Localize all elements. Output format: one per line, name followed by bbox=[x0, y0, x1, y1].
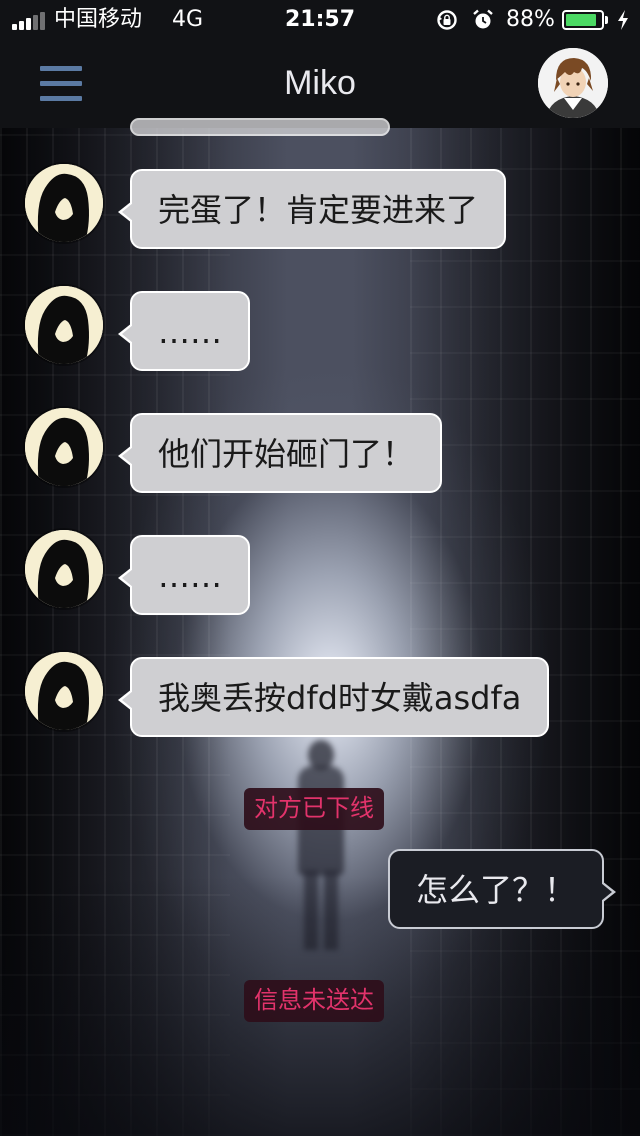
system-notice-offline: 对方已下线 bbox=[244, 788, 384, 830]
girl-silhouette-avatar-icon bbox=[25, 530, 103, 608]
girl-silhouette-avatar-icon bbox=[25, 164, 103, 242]
outgoing-message-bubble[interactable]: 怎么了？！ bbox=[387, 849, 617, 929]
previous-message-bubble-partial bbox=[130, 118, 390, 136]
incoming-message-bubble[interactable]: 我奥丢按dfd时女戴asdfa bbox=[117, 657, 550, 737]
battery-cap bbox=[605, 16, 608, 24]
girl-silhouette-avatar-icon bbox=[25, 408, 103, 486]
incoming-message-bubble[interactable]: …… bbox=[118, 291, 250, 371]
battery-fill bbox=[566, 14, 596, 26]
sender-avatar[interactable] bbox=[25, 652, 103, 730]
girl-silhouette-avatar-icon bbox=[25, 652, 103, 730]
charging-bolt-icon bbox=[618, 10, 628, 30]
system-notice-not-delivered: 信息未送达 bbox=[244, 980, 384, 1022]
message-list[interactable]: 完蛋了！肯定要进来了 …… 他们开始砸门了！ …… 我奥丢按dfd时女戴asdf… bbox=[0, 118, 640, 1136]
battery-percent: 88% bbox=[506, 7, 555, 32]
sender-avatar[interactable] bbox=[25, 530, 103, 608]
incoming-message-bubble[interactable]: 他们开始砸门了！ bbox=[117, 413, 443, 493]
contact-avatar[interactable] bbox=[538, 48, 608, 118]
girl-silhouette-avatar-icon bbox=[25, 286, 103, 364]
sender-avatar[interactable] bbox=[25, 286, 103, 364]
alarm-icon bbox=[473, 9, 493, 29]
anime-boy-portrait-icon bbox=[538, 48, 608, 118]
rotation-lock-icon bbox=[437, 10, 457, 30]
chat-screen: 中国移动 4G 21:57 88% Miko 完蛋了！肯定要进来了 …… 他们开… bbox=[0, 0, 640, 1136]
status-bar: 中国移动 4G 21:57 88% bbox=[0, 0, 640, 40]
sender-avatar[interactable] bbox=[25, 164, 103, 242]
navigation-bar: Miko bbox=[0, 40, 640, 128]
incoming-message-bubble[interactable]: …… bbox=[118, 535, 250, 615]
sender-avatar[interactable] bbox=[25, 408, 103, 486]
incoming-message-bubble[interactable]: 完蛋了！肯定要进来了 bbox=[117, 169, 507, 249]
battery-icon bbox=[562, 10, 604, 30]
